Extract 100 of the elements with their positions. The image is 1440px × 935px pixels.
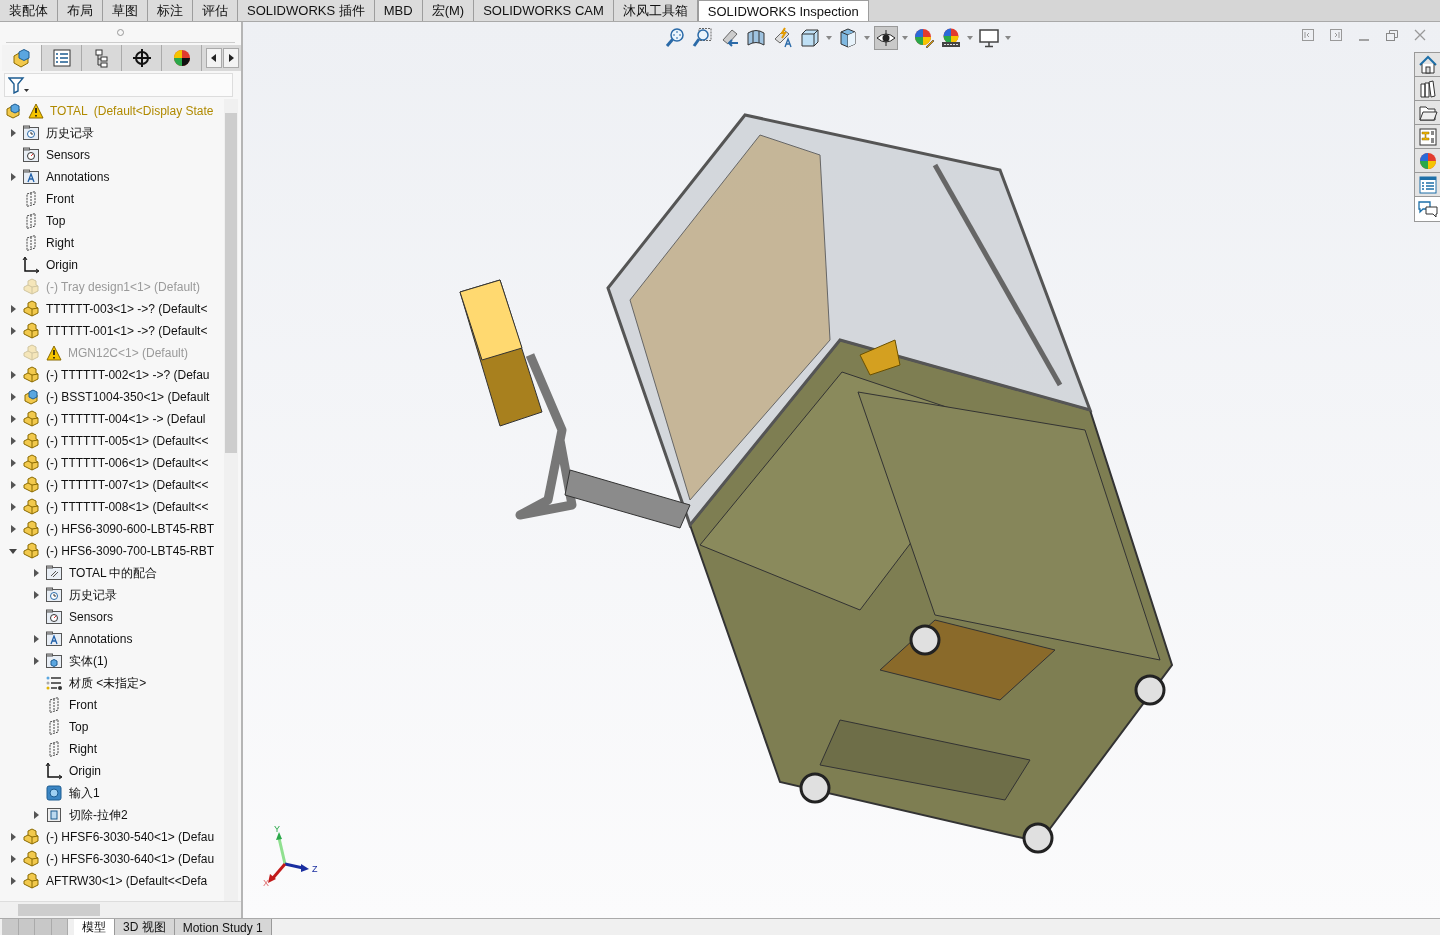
command-tab[interactable]: 宏(M): [422, 0, 475, 21]
model-tab[interactable]: 3D 视图: [115, 919, 175, 935]
task-pane-tab[interactable]: [1415, 77, 1440, 101]
tree-item[interactable]: (-) TTTTTT-007<1> (Default<<: [46, 478, 209, 492]
collapse-arrow-icon[interactable]: [9, 547, 17, 555]
part-icon: [22, 498, 40, 516]
tree-item[interactable]: (-) HFSF6-3030-540<1> (Defau: [46, 830, 215, 844]
property-list-icon: [51, 48, 72, 68]
tree-item[interactable]: Annotations: [46, 170, 110, 184]
task-pane-tab[interactable]: [1415, 149, 1440, 173]
scroll-left-button[interactable]: [206, 48, 222, 68]
assembly-icon: [22, 388, 40, 406]
tree-item[interactable]: Origin: [46, 258, 78, 272]
toolbar-button[interactable]: [798, 26, 822, 50]
expand-arrow-icon[interactable]: [9, 173, 17, 181]
tree-item[interactable]: Front: [46, 192, 74, 206]
tree-item[interactable]: Annotations: [69, 632, 133, 646]
expand-arrow-icon[interactable]: [32, 811, 40, 819]
part-icon: [22, 872, 40, 890]
books-icon: [1417, 78, 1438, 99]
tree-item[interactable]: TTTTTT-003<1> ->? (Default<: [46, 302, 208, 316]
expand-arrow-icon[interactable]: [9, 305, 17, 313]
toolbar-button[interactable]: [874, 26, 898, 50]
tree-item[interactable]: 实体(1): [69, 652, 108, 670]
tree-item[interactable]: (-) TTTTTT-008<1> (Default<<: [46, 500, 209, 514]
tree-item[interactable]: Sensors: [69, 610, 114, 624]
expand-arrow-icon[interactable]: [9, 855, 17, 863]
caret-icon[interactable]: [966, 35, 974, 41]
command-tab[interactable]: SOLIDWORKS 插件: [238, 0, 375, 21]
tree-item[interactable]: (-) HFS6-3090-600-LBT45-RBT: [46, 522, 215, 536]
caret-icon[interactable]: [863, 35, 871, 41]
tree-item[interactable]: TOTAL 中的配合: [69, 564, 158, 582]
tree-item[interactable]: Right: [46, 236, 74, 250]
task-pane-tab[interactable]: [1415, 101, 1440, 125]
expand-arrow-icon[interactable]: [9, 459, 17, 467]
horizontal-scrollbar[interactable]: [0, 901, 241, 918]
expand-arrow-icon[interactable]: [32, 635, 40, 643]
command-tab[interactable]: MBD: [374, 0, 423, 21]
command-tab[interactable]: SOLIDWORKS CAM: [474, 0, 614, 21]
command-tab[interactable]: 评估: [193, 0, 238, 21]
cabinet-model-drawing[interactable]: [459, 113, 1174, 854]
tree-item[interactable]: Front: [69, 698, 97, 712]
caret-icon[interactable]: [825, 35, 833, 41]
tree-item[interactable]: (-) HFSF6-3030-640<1> (Defau: [46, 852, 215, 866]
tree-item[interactable]: 输入1: [69, 784, 100, 802]
expand-arrow-icon[interactable]: [9, 437, 17, 445]
caret-icon[interactable]: [1004, 35, 1012, 41]
filter-icon[interactable]: [8, 76, 30, 94]
expand-arrow-icon[interactable]: [9, 415, 17, 423]
tree-item[interactable]: AFTRW30<1> (Default<<Defa: [46, 874, 208, 888]
tree-item[interactable]: (-) TTTTTT-004<1> -> (Defaul: [46, 412, 206, 426]
expand-arrow-icon[interactable]: [9, 503, 17, 511]
tree-item[interactable]: Top: [69, 720, 89, 734]
tree-item[interactable]: (-) BSST1004-350<1> (Default: [46, 390, 210, 404]
tree-item[interactable]: 切除-拉伸2: [69, 806, 128, 824]
tree-item[interactable]: Sensors: [46, 148, 91, 162]
tree-item[interactable]: Top: [46, 214, 66, 228]
expand-arrow-icon[interactable]: [32, 569, 40, 577]
expand-arrow-icon[interactable]: [9, 393, 17, 401]
command-tab[interactable]: 装配体: [0, 0, 58, 21]
tree-item[interactable]: (-) TTTTTT-006<1> (Default<<: [46, 456, 209, 470]
shaded-cube-icon: [837, 27, 859, 49]
warning-icon: [28, 103, 44, 119]
zoom-to-fit-icon: [664, 27, 686, 49]
tree-item[interactable]: 历史记录: [69, 586, 117, 604]
tree-item[interactable]: (-) TTTTTT-002<1> ->? (Defau: [46, 368, 210, 382]
model-tab[interactable]: 模型: [74, 919, 115, 935]
task-pane-tab[interactable]: [1415, 197, 1440, 221]
model-tab[interactable]: Motion Study 1: [174, 919, 272, 935]
tree-item[interactable]: TTTTTT-001<1> ->? (Default<: [46, 324, 208, 338]
toolbar-button[interactable]: [977, 26, 1001, 50]
command-tab[interactable]: SOLIDWORKS Inspection: [697, 0, 869, 21]
command-tab[interactable]: 草图: [103, 0, 148, 21]
expand-arrow-icon[interactable]: [9, 877, 17, 885]
vertical-scrollbar[interactable]: [224, 99, 238, 902]
tree-item[interactable]: (-) TTTTTT-005<1> (Default<<: [46, 434, 209, 448]
expand-arrow-icon[interactable]: [9, 525, 17, 533]
expand-arrow-icon[interactable]: [32, 591, 40, 599]
caret-icon[interactable]: [901, 35, 909, 41]
expand-arrow-icon[interactable]: [9, 371, 17, 379]
expand-arrow-icon[interactable]: [9, 327, 17, 335]
part-icon: [22, 476, 40, 494]
tree-item[interactable]: 历史记录: [46, 124, 94, 142]
expand-arrow-icon[interactable]: [32, 657, 40, 665]
expand-arrow-icon[interactable]: [9, 833, 17, 841]
expand-arrow-icon[interactable]: [9, 129, 17, 137]
restore-button[interactable]: [1384, 28, 1400, 44]
command-tab[interactable]: 标注: [148, 0, 193, 21]
task-pane-tab[interactable]: [1415, 173, 1440, 197]
toolbar-button[interactable]: [939, 26, 963, 50]
tree-item[interactable]: 材质 <未指定>: [69, 674, 147, 692]
expand-arrow-icon[interactable]: [9, 481, 17, 489]
scroll-right-button[interactable]: [223, 48, 239, 68]
command-tab[interactable]: 布局: [58, 0, 103, 21]
tree-item[interactable]: Right: [69, 742, 97, 756]
tree-item[interactable]: Origin: [69, 764, 101, 778]
tree-item[interactable]: (-) HFS6-3090-700-LBT45-RBT: [46, 544, 215, 558]
task-pane-tab[interactable]: [1415, 53, 1440, 77]
command-tab[interactable]: 沐风工具箱: [613, 0, 698, 21]
folder-icon: [22, 146, 40, 164]
